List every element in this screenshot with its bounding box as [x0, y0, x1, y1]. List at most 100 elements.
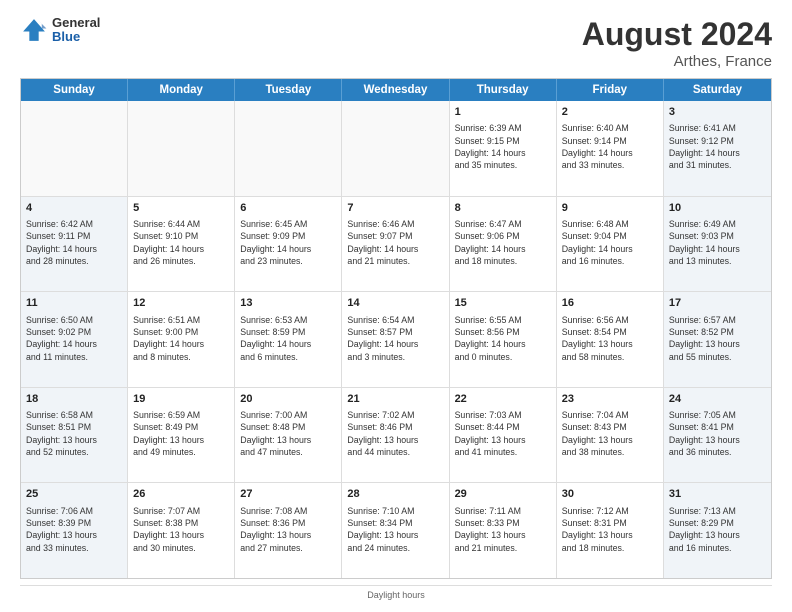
day-info-line: and 33 minutes. — [26, 542, 122, 554]
day-info-line: Daylight: 14 hours — [562, 147, 658, 159]
day-info-line: and 16 minutes. — [669, 542, 766, 554]
day-number: 16 — [562, 296, 658, 311]
day-info-line: Daylight: 14 hours — [347, 338, 443, 350]
day-info-line: Daylight: 14 hours — [26, 243, 122, 255]
day-cell-6: 6Sunrise: 6:45 AMSunset: 9:09 PMDaylight… — [235, 197, 342, 292]
day-info-line: and 18 minutes. — [562, 542, 658, 554]
day-info-line: and 26 minutes. — [133, 255, 229, 267]
day-info-line: Sunrise: 6:44 AM — [133, 218, 229, 230]
day-cell-19: 19Sunrise: 6:59 AMSunset: 8:49 PMDayligh… — [128, 388, 235, 483]
day-info-line: Sunrise: 6:59 AM — [133, 409, 229, 421]
day-info-line: Sunset: 9:09 PM — [240, 230, 336, 242]
day-info-line: Sunrise: 6:49 AM — [669, 218, 766, 230]
day-cell-5: 5Sunrise: 6:44 AMSunset: 9:10 PMDaylight… — [128, 197, 235, 292]
day-info-line: and 21 minutes. — [455, 542, 551, 554]
day-info-line: and 47 minutes. — [240, 446, 336, 458]
day-info-line: and 49 minutes. — [133, 446, 229, 458]
day-info-line: Daylight: 14 hours — [133, 243, 229, 255]
day-info-line: Sunrise: 7:11 AM — [455, 505, 551, 517]
day-info-line: and 41 minutes. — [455, 446, 551, 458]
day-info-line: Sunset: 9:15 PM — [455, 135, 551, 147]
day-info-line: Sunset: 8:44 PM — [455, 421, 551, 433]
day-info-line: Sunset: 9:06 PM — [455, 230, 551, 242]
day-cell-8: 8Sunrise: 6:47 AMSunset: 9:06 PMDaylight… — [450, 197, 557, 292]
day-cell-25: 25Sunrise: 7:06 AMSunset: 8:39 PMDayligh… — [21, 483, 128, 578]
day-info-line: Daylight: 13 hours — [347, 529, 443, 541]
day-cell-21: 21Sunrise: 7:02 AMSunset: 8:46 PMDayligh… — [342, 388, 449, 483]
day-info-line: Daylight: 13 hours — [455, 529, 551, 541]
day-info-line: Daylight: 14 hours — [455, 243, 551, 255]
day-info-line: and 44 minutes. — [347, 446, 443, 458]
day-info-line: and 18 minutes. — [455, 255, 551, 267]
day-info-line: Daylight: 13 hours — [669, 434, 766, 446]
day-info-line: Sunset: 8:38 PM — [133, 517, 229, 529]
week-row-1: 1Sunrise: 6:39 AMSunset: 9:15 PMDaylight… — [21, 101, 771, 197]
day-info-line: Sunset: 8:56 PM — [455, 326, 551, 338]
day-info-line: Sunrise: 6:42 AM — [26, 218, 122, 230]
day-cell-15: 15Sunrise: 6:55 AMSunset: 8:56 PMDayligh… — [450, 292, 557, 387]
day-number: 7 — [347, 201, 443, 216]
day-number: 30 — [562, 487, 658, 502]
day-info-line: and 28 minutes. — [26, 255, 122, 267]
day-info-line: Sunset: 9:07 PM — [347, 230, 443, 242]
logo: General Blue — [20, 16, 100, 45]
day-cell-17: 17Sunrise: 6:57 AMSunset: 8:52 PMDayligh… — [664, 292, 771, 387]
day-info-line: Sunset: 8:48 PM — [240, 421, 336, 433]
day-number: 18 — [26, 392, 122, 407]
day-info-line: Daylight: 13 hours — [562, 338, 658, 350]
day-cell-4: 4Sunrise: 6:42 AMSunset: 9:11 PMDaylight… — [21, 197, 128, 292]
day-info-line: Sunrise: 6:53 AM — [240, 314, 336, 326]
day-of-week-friday: Friday — [557, 79, 664, 101]
day-info-line: Sunset: 8:52 PM — [669, 326, 766, 338]
day-info-line: and 0 minutes. — [455, 351, 551, 363]
day-info-line: and 55 minutes. — [669, 351, 766, 363]
day-number: 21 — [347, 392, 443, 407]
empty-cell — [342, 101, 449, 196]
day-info-line: Sunrise: 6:41 AM — [669, 122, 766, 134]
week-row-4: 18Sunrise: 6:58 AMSunset: 8:51 PMDayligh… — [21, 388, 771, 484]
day-info-line: Daylight: 13 hours — [562, 529, 658, 541]
calendar-body: 1Sunrise: 6:39 AMSunset: 9:15 PMDaylight… — [21, 101, 771, 578]
day-info-line: Sunset: 8:33 PM — [455, 517, 551, 529]
day-info-line: Sunrise: 6:54 AM — [347, 314, 443, 326]
day-number: 13 — [240, 296, 336, 311]
day-info-line: Daylight: 14 hours — [240, 243, 336, 255]
title-block: August 2024 Arthes, France — [582, 16, 772, 70]
day-number: 15 — [455, 296, 551, 311]
day-info-line: and 58 minutes. — [562, 351, 658, 363]
day-info-line: Sunset: 8:54 PM — [562, 326, 658, 338]
day-info-line: Sunrise: 6:58 AM — [26, 409, 122, 421]
day-info-line: Daylight: 13 hours — [347, 434, 443, 446]
day-info-line: Daylight: 14 hours — [240, 338, 336, 350]
day-info-line: Sunset: 8:41 PM — [669, 421, 766, 433]
day-number: 27 — [240, 487, 336, 502]
day-info-line: Sunrise: 7:07 AM — [133, 505, 229, 517]
day-info-line: Daylight: 14 hours — [669, 243, 766, 255]
day-info-line: and 21 minutes. — [347, 255, 443, 267]
day-info-line: Daylight: 14 hours — [347, 243, 443, 255]
footer-note: Daylight hours — [20, 585, 772, 600]
day-number: 11 — [26, 296, 122, 311]
week-row-3: 11Sunrise: 6:50 AMSunset: 9:02 PMDayligh… — [21, 292, 771, 388]
day-info-line: Sunrise: 6:47 AM — [455, 218, 551, 230]
day-cell-10: 10Sunrise: 6:49 AMSunset: 9:03 PMDayligh… — [664, 197, 771, 292]
day-info-line: Sunrise: 6:48 AM — [562, 218, 658, 230]
day-info-line: Sunrise: 7:03 AM — [455, 409, 551, 421]
day-number: 14 — [347, 296, 443, 311]
day-info-line: Sunrise: 7:04 AM — [562, 409, 658, 421]
week-row-5: 25Sunrise: 7:06 AMSunset: 8:39 PMDayligh… — [21, 483, 771, 578]
day-info-line: Sunset: 9:12 PM — [669, 135, 766, 147]
day-info-line: Sunrise: 7:05 AM — [669, 409, 766, 421]
day-info-line: Daylight: 13 hours — [455, 434, 551, 446]
day-info-line: Daylight: 13 hours — [133, 434, 229, 446]
day-cell-24: 24Sunrise: 7:05 AMSunset: 8:41 PMDayligh… — [664, 388, 771, 483]
day-of-week-saturday: Saturday — [664, 79, 771, 101]
day-number: 29 — [455, 487, 551, 502]
day-info-line: Daylight: 13 hours — [562, 434, 658, 446]
day-cell-27: 27Sunrise: 7:08 AMSunset: 8:36 PMDayligh… — [235, 483, 342, 578]
day-number: 25 — [26, 487, 122, 502]
day-number: 4 — [26, 201, 122, 216]
day-info-line: and 35 minutes. — [455, 159, 551, 171]
day-info-line: Sunset: 9:03 PM — [669, 230, 766, 242]
day-cell-7: 7Sunrise: 6:46 AMSunset: 9:07 PMDaylight… — [342, 197, 449, 292]
